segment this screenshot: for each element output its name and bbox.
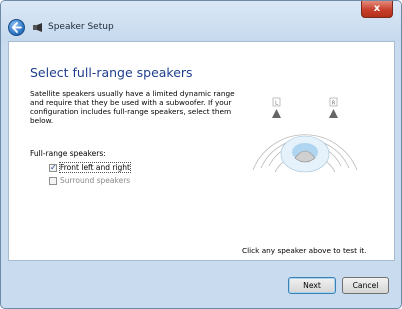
close-icon: x (373, 3, 381, 14)
speaker-setup-window: x Speaker Setup Select full-range speake… (0, 0, 402, 309)
front-left-right-option[interactable]: ✓ Front left and right (49, 162, 132, 173)
surround-option: Surround speakers (49, 176, 130, 185)
speaker-diagram: L R (252, 97, 358, 173)
close-button[interactable]: x (361, 1, 393, 18)
right-speaker-label: R (332, 101, 336, 107)
cancel-button[interactable]: Cancel (342, 277, 389, 294)
page-description: Satellite speakers usually have a limite… (30, 89, 235, 125)
next-button[interactable]: Next (288, 277, 336, 294)
right-speaker[interactable]: R (329, 97, 338, 118)
full-range-label: Full-range speakers: (30, 149, 106, 158)
left-speaker[interactable]: L (272, 97, 281, 118)
surround-checkbox (49, 176, 57, 185)
surround-label: Surround speakers (60, 176, 131, 185)
back-arrow-icon (12, 22, 22, 33)
title-bar (1, 1, 401, 41)
front-left-right-label: Front left and right (58, 162, 132, 173)
left-speaker-icon[interactable] (272, 109, 281, 118)
back-button[interactable] (8, 19, 25, 36)
speaker-icon (33, 23, 42, 32)
left-speaker-label: L (275, 101, 278, 107)
test-hint: Click any speaker above to test it. (242, 246, 367, 255)
page-heading: Select full-range speakers (30, 65, 193, 80)
front-left-right-checkbox[interactable]: ✓ (49, 163, 57, 172)
window-title: Speaker Setup (48, 22, 114, 32)
right-speaker-icon[interactable] (329, 109, 338, 118)
